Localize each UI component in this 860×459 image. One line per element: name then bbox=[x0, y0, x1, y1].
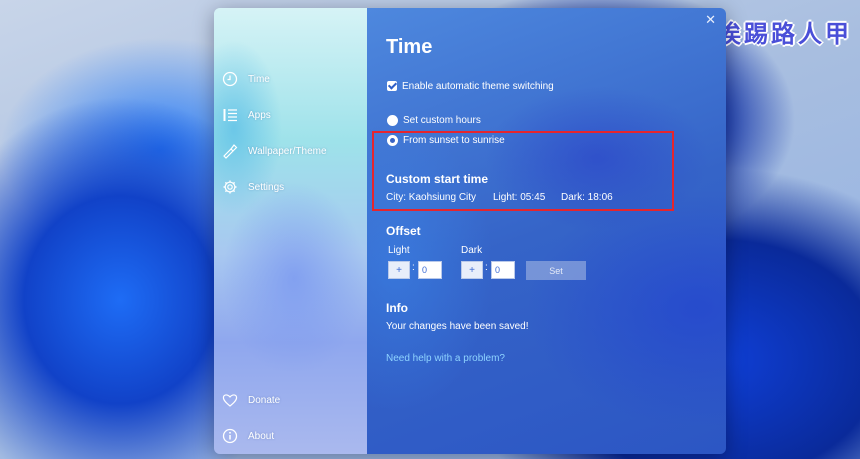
sidebar-item-label: Settings bbox=[248, 181, 285, 193]
sidebar-item-label: About bbox=[248, 430, 275, 442]
radio-custom-hours[interactable] bbox=[387, 115, 398, 126]
sidebar-item-donate[interactable]: Donate bbox=[222, 388, 280, 412]
offset-heading: Offset bbox=[386, 224, 421, 238]
sidebar-item-label: Time bbox=[248, 73, 270, 85]
custom-start-heading: Custom start time bbox=[386, 172, 489, 186]
auto-dark-mode-window: Time Apps Wallpaper/Theme Settings Donat… bbox=[214, 8, 726, 454]
auto-switch-checkbox[interactable] bbox=[387, 81, 397, 92]
watermark: 挨踢路人甲 bbox=[717, 19, 852, 48]
main-panel: ✕ Time Enable automatic theme switching … bbox=[367, 8, 726, 454]
list-icon bbox=[223, 109, 237, 122]
dark-time-text: Dark: 18:06 bbox=[561, 192, 613, 203]
page-title: Time bbox=[386, 36, 433, 58]
radio-custom-hours-label: Set custom hours bbox=[403, 115, 481, 127]
sidebar-item-label: Wallpaper/Theme bbox=[248, 145, 327, 157]
auto-switch-option[interactable]: Enable automatic theme switching bbox=[387, 81, 554, 92]
dark-plus-button[interactable]: + bbox=[461, 261, 483, 279]
light-time-text: Light: 05:45 bbox=[493, 192, 546, 203]
sidebar-item-label: Apps bbox=[248, 109, 271, 121]
help-link[interactable]: Need help with a problem? bbox=[386, 353, 505, 364]
info-icon bbox=[222, 428, 238, 444]
light-plus-button[interactable]: + bbox=[388, 261, 410, 279]
info-message: Your changes have been saved! bbox=[386, 321, 529, 332]
sidebar-item-about[interactable]: About bbox=[222, 424, 274, 448]
light-offset-input[interactable]: 0 bbox=[418, 261, 442, 279]
sidebar-item-time[interactable]: Time bbox=[222, 67, 270, 91]
sidebar: Time Apps Wallpaper/Theme Settings Donat… bbox=[214, 8, 367, 454]
close-button[interactable]: ✕ bbox=[705, 12, 716, 28]
sidebar-item-label: Donate bbox=[248, 394, 281, 406]
city-text: City: Kaohsiung City bbox=[386, 192, 477, 203]
radio-custom-hours-option[interactable]: Set custom hours bbox=[387, 115, 481, 126]
gear-icon bbox=[223, 180, 237, 194]
light-colon: : bbox=[412, 262, 415, 273]
offset-light-label: Light bbox=[388, 245, 410, 256]
sidebar-item-apps[interactable]: Apps bbox=[222, 103, 271, 127]
info-heading: Info bbox=[386, 301, 408, 315]
dark-offset-input[interactable]: 0 bbox=[491, 261, 515, 279]
set-button[interactable]: Set bbox=[526, 261, 586, 280]
sidebar-item-settings[interactable]: Settings bbox=[222, 175, 284, 199]
heart-icon bbox=[222, 394, 238, 407]
paint-icon bbox=[223, 144, 238, 159]
auto-switch-label: Enable automatic theme switching bbox=[402, 81, 554, 92]
clock-icon bbox=[222, 71, 238, 87]
sidebar-item-wallpaper-theme[interactable]: Wallpaper/Theme bbox=[222, 139, 327, 163]
dark-colon: : bbox=[485, 262, 488, 273]
offset-dark-label: Dark bbox=[461, 245, 483, 256]
